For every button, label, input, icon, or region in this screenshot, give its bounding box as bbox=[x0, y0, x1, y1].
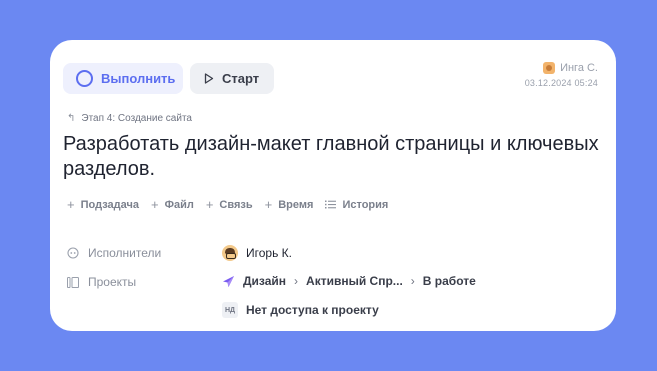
complete-button-label: Выполнить bbox=[101, 71, 176, 86]
history-button[interactable]: История bbox=[325, 199, 388, 211]
created-timestamp: 03.12.2024 05:24 bbox=[524, 78, 598, 88]
author-avatar bbox=[543, 62, 556, 74]
stage-label: Этап 4: Создание сайта bbox=[81, 113, 192, 124]
no-access-text: Нет доступа к проекту bbox=[246, 303, 379, 317]
project-breadcrumb[interactable]: Дизайн › Активный Спр... › В работе bbox=[222, 274, 476, 288]
no-access-badge: НД bbox=[222, 302, 238, 318]
complete-button[interactable]: Выполнить bbox=[63, 63, 183, 94]
assignee-avatar bbox=[222, 245, 238, 261]
task-title[interactable]: Разработать дизайн-макет главной страниц… bbox=[63, 132, 603, 182]
plus-icon: + bbox=[67, 197, 75, 212]
project-rocket-icon bbox=[223, 275, 234, 287]
assignee-name: Игорь К. bbox=[246, 246, 292, 260]
return-arrow-icon: ↰ bbox=[67, 113, 76, 124]
author-info: Инга С. 03.12.2024 05:24 bbox=[525, 62, 598, 88]
action-label: Подзадача bbox=[80, 198, 139, 211]
add-subtask-button[interactable]: + Подзадача bbox=[67, 197, 139, 212]
columns-icon bbox=[67, 276, 79, 288]
play-icon bbox=[204, 73, 214, 84]
circle-icon bbox=[76, 70, 93, 87]
project-board: Активный Спр... bbox=[306, 274, 403, 288]
plus-icon: + bbox=[150, 197, 159, 212]
task-card: Выполнить Старт Инга С. 03.12.2024 05:24… bbox=[50, 40, 616, 331]
projects-label: Проекты bbox=[67, 275, 136, 289]
list-icon bbox=[325, 200, 337, 209]
add-link-button[interactable]: + Связь bbox=[206, 197, 253, 212]
assignee[interactable]: Игорь К. bbox=[222, 245, 292, 261]
add-file-button[interactable]: + Файл bbox=[151, 197, 194, 212]
start-button-label: Старт bbox=[222, 71, 260, 86]
chevron-right-icon: › bbox=[294, 274, 299, 288]
start-button[interactable]: Старт bbox=[190, 63, 274, 94]
plus-icon: + bbox=[205, 197, 214, 212]
assignees-label: Исполнители bbox=[67, 246, 161, 260]
chevron-right-icon: › bbox=[410, 274, 415, 288]
action-label: Связь bbox=[219, 198, 253, 211]
action-label: Время bbox=[278, 198, 314, 211]
people-icon bbox=[67, 247, 79, 259]
parent-stage-link[interactable]: ↰ Этап 4: Создание сайта bbox=[67, 113, 192, 124]
project-column: В работе bbox=[422, 274, 476, 288]
action-label: История bbox=[342, 198, 389, 211]
add-time-button[interactable]: + Время bbox=[265, 197, 314, 212]
no-access-project: НД Нет доступа к проекту bbox=[222, 302, 379, 318]
task-actions: + Подзадача + Файл + Связь + Время Истор… bbox=[67, 197, 400, 212]
project-name: Дизайн bbox=[243, 274, 287, 288]
author-name: Инга С. bbox=[560, 62, 598, 74]
action-label: Файл bbox=[164, 198, 194, 211]
plus-icon: + bbox=[264, 197, 273, 212]
